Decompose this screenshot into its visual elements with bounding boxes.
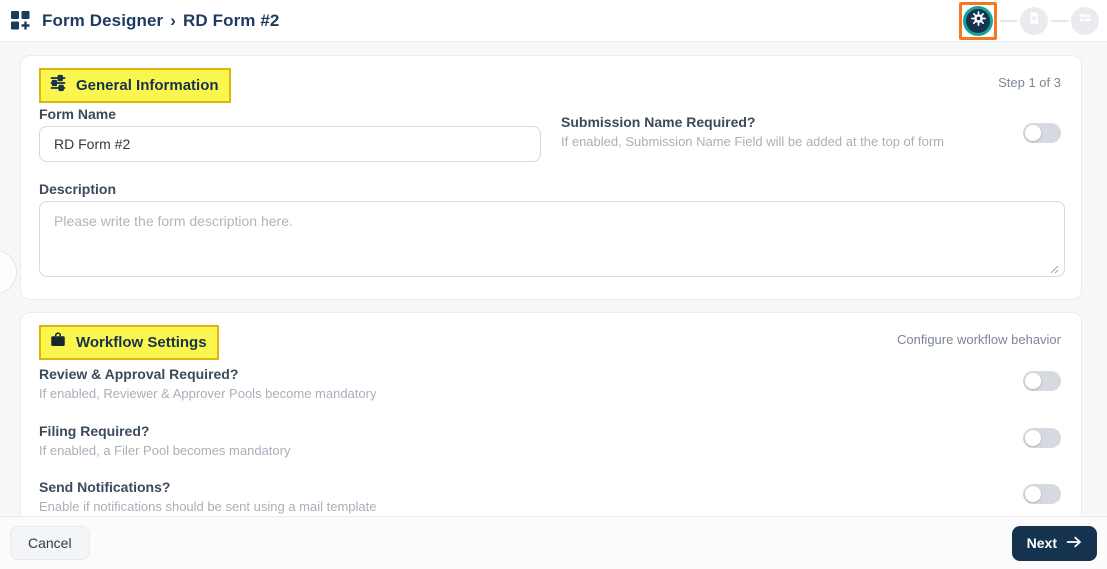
submission-name-description: If enabled, Submission Name Field will b… [561,134,944,149]
send-notifications-description: Enable if notifications should be sent u… [39,499,377,514]
form-name-input[interactable] [39,126,541,162]
filing-required-setting: Filing Required? If enabled, a Filer Poo… [39,423,1011,458]
review-approval-toggle[interactable] [1023,371,1061,391]
step-indicator: Step 1 of 3 [998,75,1061,90]
step-form-layout[interactable] [1071,6,1099,35]
document-icon [1027,11,1041,30]
section-title: Workflow Settings [76,333,207,351]
form-designer-screen: Form Designer › RD Form #2 General Infor… [0,0,1107,569]
general-information-section-header: General Information [39,68,231,103]
general-information-card: General Information Step 1 of 3 Form Nam… [20,55,1082,300]
breadcrumb-root[interactable]: Form Designer [42,11,163,31]
send-notifications-setting: Send Notifications? Enable if notificati… [39,479,1011,514]
wizard-footer: Cancel Next [0,516,1107,569]
gear-icon [970,10,987,32]
section-title: General Information [76,76,219,94]
filing-required-label: Filing Required? [39,423,150,439]
step-general-settings[interactable] [963,5,993,36]
app-header: Form Designer › RD Form #2 [0,0,1107,42]
submission-name-setting: Submission Name Required? If enabled, Su… [561,114,1001,149]
review-approval-label: Review & Approval Required? [39,366,239,382]
workflow-settings-card: Workflow Settings Configure workflow beh… [20,312,1082,524]
form-name-label: Form Name [39,106,117,122]
sliders-icon [49,74,67,96]
send-notifications-label: Send Notifications? [39,479,171,495]
send-notifications-toggle[interactable] [1023,484,1061,504]
stepper-connector [1051,19,1068,22]
arrow-right-icon [1066,535,1082,552]
active-step-annotation-box [959,1,997,40]
workflow-subtitle: Configure workflow behavior [896,332,1061,347]
review-approval-setting: Review & Approval Required? If enabled, … [39,366,1011,401]
stepper-connector [1000,19,1017,22]
edge-drawer-handle[interactable] [0,250,17,294]
cancel-button[interactable]: Cancel [10,526,90,560]
wizard-stepper [959,1,1099,40]
step-form-content[interactable] [1020,6,1048,35]
submission-name-label: Submission Name Required? [561,114,756,130]
review-approval-description: If enabled, Reviewer & Approver Pools be… [39,386,377,401]
breadcrumb-current: RD Form #2 [183,10,280,30]
description-textarea[interactable] [39,201,1065,277]
app-logo-icon [10,10,31,31]
resize-handle-icon[interactable] [1049,261,1059,279]
breadcrumb-separator: › [170,10,177,30]
filing-required-description: If enabled, a Filer Pool becomes mandato… [39,443,291,458]
next-button-label: Next [1026,535,1057,551]
briefcase-icon [49,331,67,353]
layout-grid-icon [1078,11,1092,30]
submission-name-toggle[interactable] [1023,123,1061,143]
description-label: Description [39,181,117,197]
breadcrumb: Form Designer › RD Form #2 [42,11,279,31]
workflow-settings-section-header: Workflow Settings [39,325,219,360]
next-button[interactable]: Next [1011,525,1097,561]
filing-required-toggle[interactable] [1023,428,1061,448]
